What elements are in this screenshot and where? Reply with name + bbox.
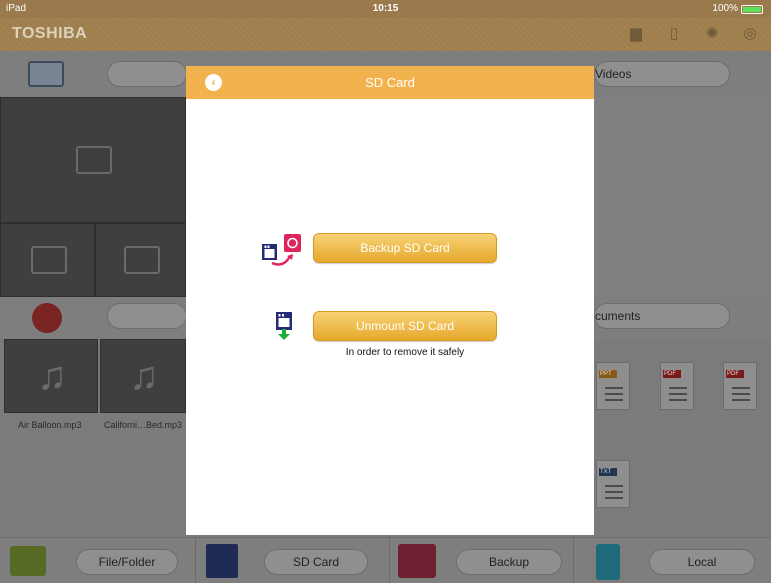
photo-tile — [95, 223, 186, 297]
unmount-sd-card-icon — [274, 310, 294, 342]
documents-label: cuments — [595, 309, 641, 323]
sd-card-icon — [206, 544, 238, 578]
image-icon — [124, 246, 160, 274]
photo-tile-large — [0, 97, 186, 223]
doc-type-tag: TXT — [599, 468, 617, 476]
sd-card-button[interactable]: SD Card — [264, 549, 368, 575]
photos-icon — [28, 61, 64, 87]
sync-icon[interactable]: ✺ — [703, 25, 721, 43]
videos-label: Videos — [595, 67, 632, 81]
videos-pill: Videos — [594, 61, 730, 87]
dialog-title: SD Card — [365, 75, 415, 90]
image-icon — [76, 146, 112, 174]
tab-sd-card[interactable]: SD Card — [196, 538, 390, 583]
file-folder-button[interactable]: File/Folder — [76, 549, 178, 575]
backup-button[interactable]: Backup — [456, 549, 562, 575]
doc-type-tag: PPT — [599, 370, 617, 378]
back-arrow-icon: ‹ — [211, 75, 216, 89]
folder-icon — [10, 546, 46, 576]
sd-card-icon[interactable]: ▆ — [627, 25, 645, 43]
brand-logo: TOSHIBA — [12, 25, 88, 42]
tab-local[interactable]: Local — [574, 538, 771, 583]
doc-type-tag: PDF — [663, 370, 681, 378]
backup-sd-card-icon — [260, 232, 304, 268]
music-note-icon: ♫ — [129, 354, 159, 398]
music-note-icon: ♫ — [37, 354, 67, 398]
backup-sd-card-button[interactable]: Backup SD Card — [313, 233, 497, 263]
documents-pill: cuments — [594, 303, 730, 329]
sd-card-dialog: SD Card ‹ Backup SD Card Unmount SD Card… — [186, 66, 594, 535]
music-tile: ♫ — [4, 339, 98, 413]
back-button[interactable]: ‹ — [205, 74, 222, 91]
music-filename: Californi…Bed.mp3 — [104, 420, 183, 430]
tab-file-folder[interactable]: File/Folder — [0, 538, 196, 583]
music-tile: ♫ — [100, 339, 186, 413]
music-icon — [32, 303, 62, 333]
battery-status: 100% — [712, 0, 763, 18]
clock: 10:15 — [372, 3, 399, 14]
battery-icon — [741, 4, 763, 14]
settings-icon[interactable]: ◎ — [741, 25, 759, 43]
battery-percent: 100% — [712, 3, 738, 14]
document-thumb: TXT — [596, 460, 630, 508]
photos-pill — [107, 61, 187, 87]
music-filename: Air Balloon.mp3 — [18, 420, 82, 430]
doc-type-tag: PDF — [726, 370, 744, 378]
music-pill — [107, 303, 187, 329]
unmount-hint: In order to remove it safely — [345, 347, 465, 358]
image-icon — [31, 246, 67, 274]
phone-icon — [596, 544, 620, 580]
bottom-toolbar: File/Folder SD Card Backup Local — [0, 537, 771, 583]
document-thumb: PDF — [660, 362, 694, 410]
app-header: TOSHIBA ▆ ▯ ✺ ◎ — [0, 18, 771, 51]
device-icon[interactable]: ▯ — [665, 25, 683, 43]
status-bar: iPad 10:15 100% — [0, 0, 771, 18]
header-actions: ▆ ▯ ✺ ◎ — [627, 25, 759, 43]
document-thumb: PDF — [723, 362, 757, 410]
document-thumb: PPT — [596, 362, 630, 410]
backup-icon — [398, 544, 436, 578]
dialog-header: SD Card ‹ — [186, 66, 594, 99]
tab-backup[interactable]: Backup — [390, 538, 574, 583]
unmount-sd-card-button[interactable]: Unmount SD Card — [313, 311, 497, 341]
local-button[interactable]: Local — [649, 549, 755, 575]
photo-tile — [0, 223, 95, 297]
